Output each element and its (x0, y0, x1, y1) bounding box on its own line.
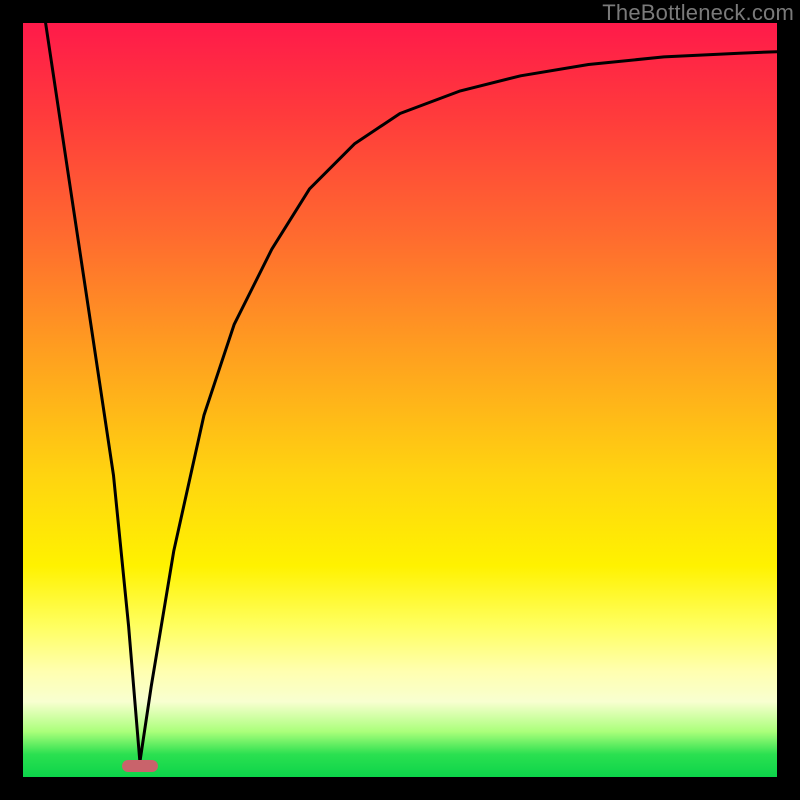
curve-svg (23, 23, 777, 777)
minimum-marker (122, 760, 158, 772)
bottleneck-curve (46, 23, 777, 762)
plot-area (23, 23, 777, 777)
chart-frame: TheBottleneck.com (0, 0, 800, 800)
